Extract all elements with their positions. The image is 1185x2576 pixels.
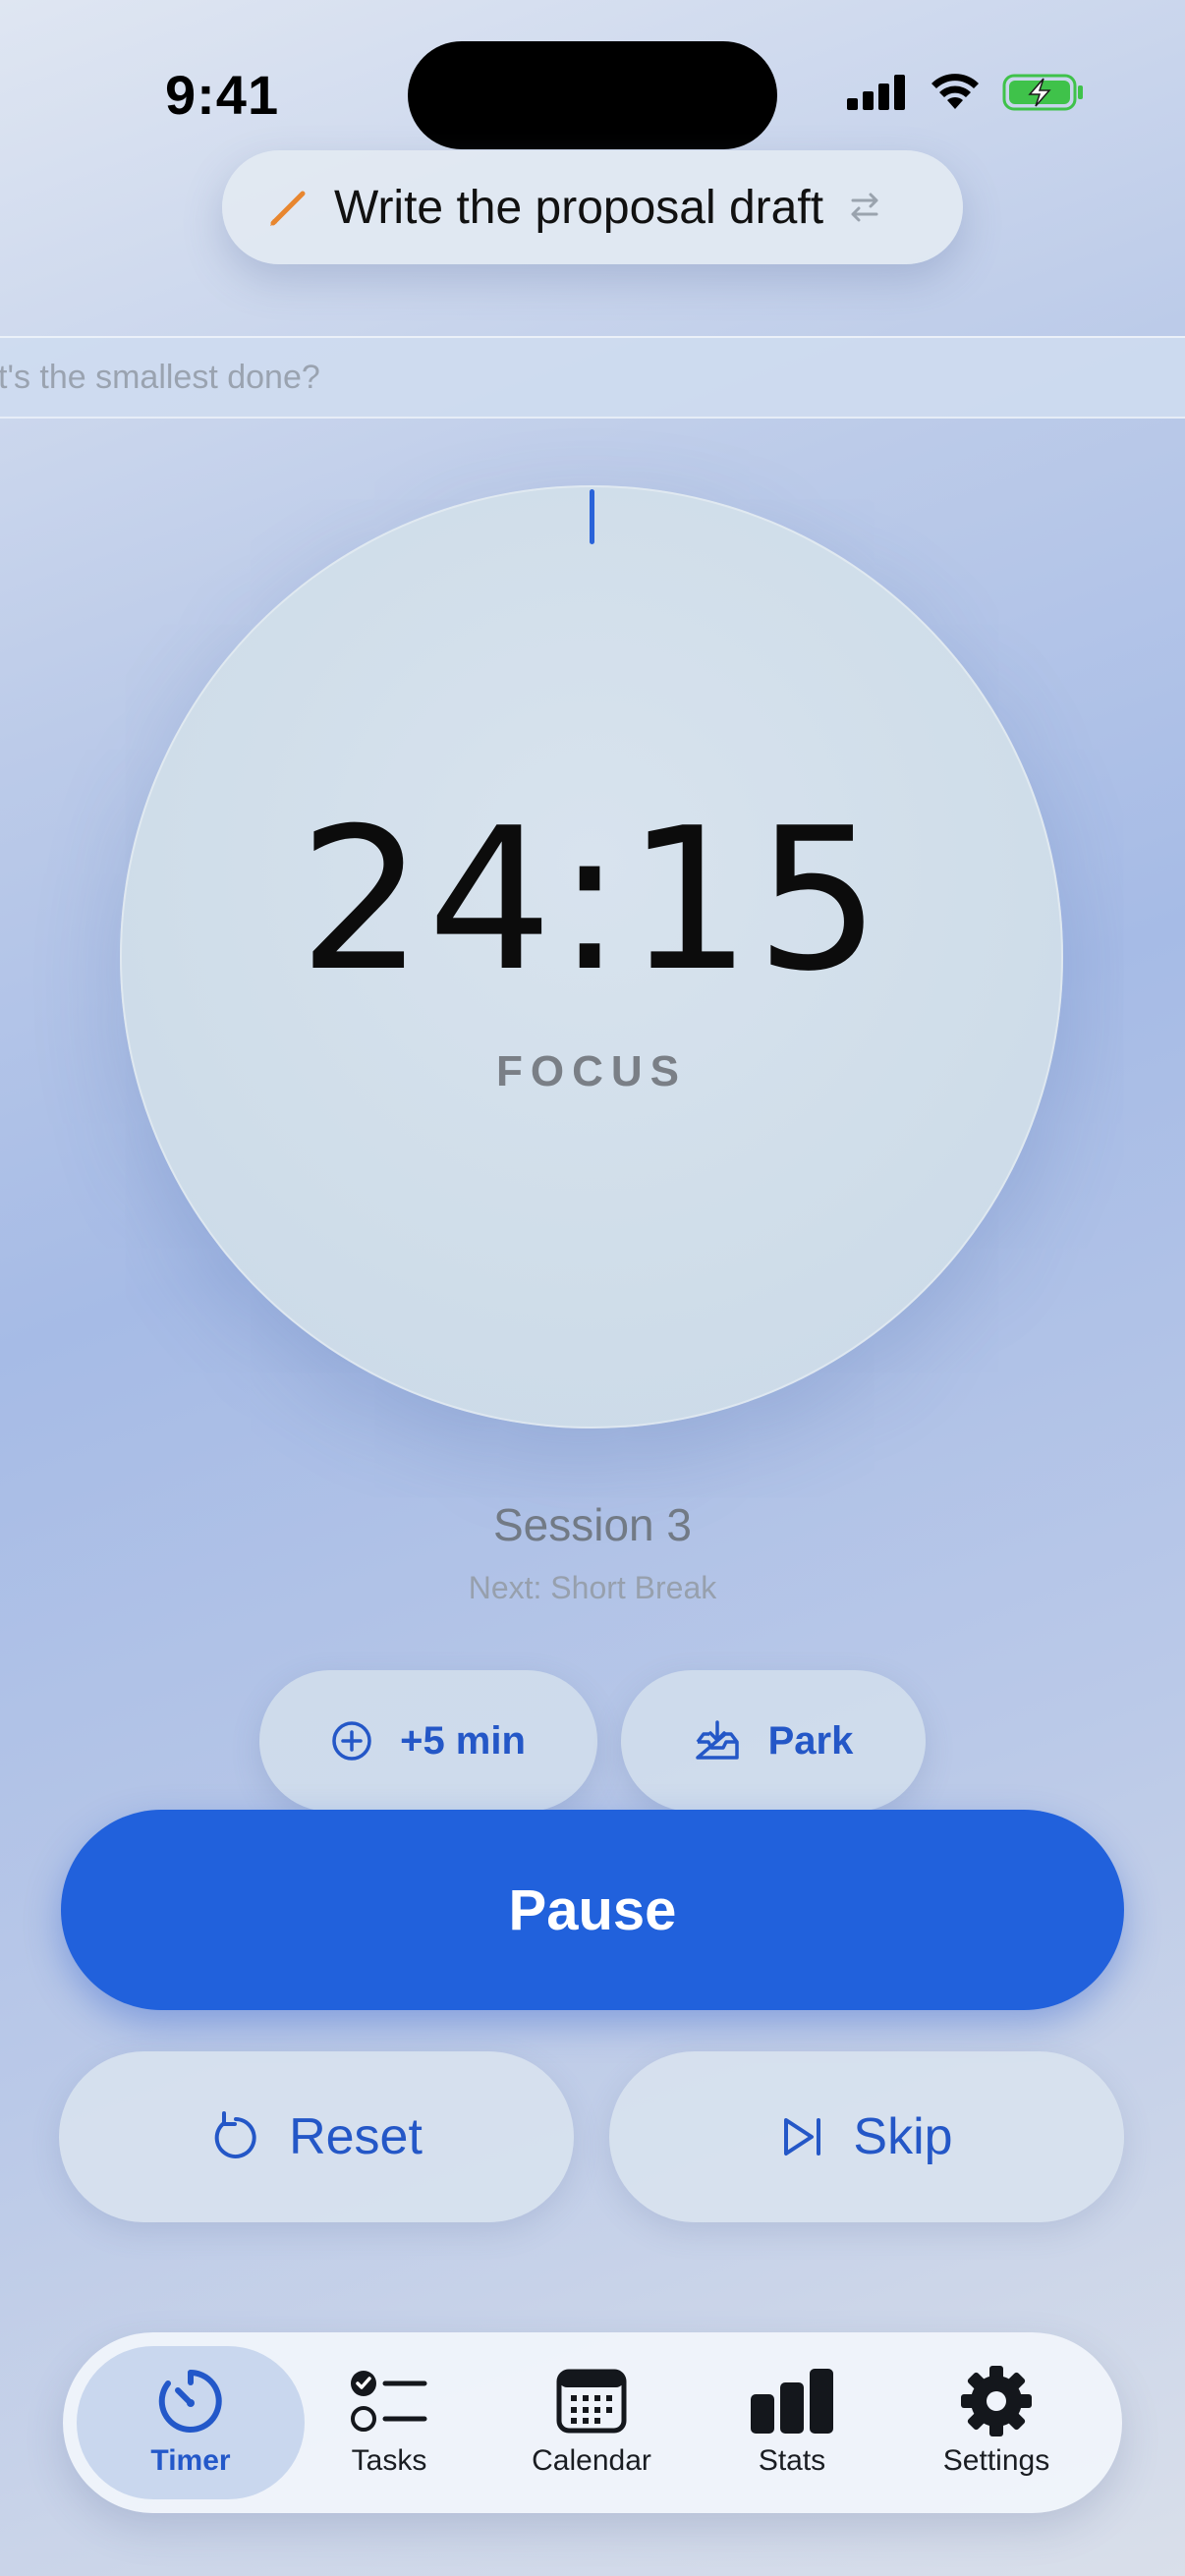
park-label: Park: [767, 1718, 854, 1763]
reset-label: Reset: [289, 2108, 423, 2165]
next-session-label: Next: Short Break: [468, 1570, 717, 1605]
add-five-minutes-button[interactable]: +5 min: [259, 1670, 597, 1812]
swap-task-icon[interactable]: [845, 188, 884, 227]
timer-mode-label: FOCUS: [496, 1047, 687, 1095]
timer-display: 24:15: [298, 786, 885, 1015]
status-icons: [847, 73, 1085, 112]
plus-circle-icon: [332, 1721, 371, 1761]
inbox-download-icon: [695, 1720, 739, 1760]
skip-forward-icon: [784, 2118, 821, 2156]
tab-stats[interactable]: Stats: [694, 2346, 890, 2499]
gear-icon: [960, 2364, 1033, 2438]
tab-settings[interactable]: Settings: [898, 2346, 1095, 2499]
stats-icon: [749, 2364, 835, 2438]
session-label: Session 3: [492, 1499, 692, 1550]
pause-label: Pause: [508, 1877, 677, 1942]
tab-stats-label: Stats: [758, 2444, 826, 2477]
tab-tasks[interactable]: Tasks: [291, 2346, 487, 2499]
cellular-signal-icon: [847, 75, 905, 110]
tab-calendar-label: Calendar: [532, 2444, 651, 2477]
tab-tasks-label: Tasks: [351, 2444, 427, 2477]
reset-button[interactable]: Reset: [59, 2051, 574, 2222]
tab-timer[interactable]: Timer: [77, 2346, 305, 2499]
progress-indicator: [590, 489, 594, 544]
wifi-icon: [931, 74, 979, 109]
pencil-icon: [270, 191, 306, 226]
reset-icon: [214, 2111, 256, 2158]
tab-calendar[interactable]: Calendar: [493, 2346, 690, 2499]
dynamic-island: [408, 41, 777, 149]
battery-charging-icon: [1002, 74, 1083, 111]
skip-button[interactable]: Skip: [609, 2051, 1124, 2222]
current-task-title: Write the proposal draft: [334, 181, 824, 234]
pause-button[interactable]: Pause: [61, 1810, 1124, 2010]
skip-label: Skip: [853, 2108, 953, 2165]
timer-icon: [154, 2364, 227, 2438]
current-task-pill[interactable]: Write the proposal draft: [222, 150, 963, 264]
smallest-done-field-container: [0, 336, 1185, 419]
smallest-done-input[interactable]: [0, 338, 1185, 417]
park-button[interactable]: Park: [621, 1670, 926, 1812]
add-five-minutes-label: +5 min: [400, 1718, 526, 1763]
tab-settings-label: Settings: [942, 2444, 1050, 2477]
tab-timer-label: Timer: [150, 2444, 231, 2477]
tasks-icon: [348, 2364, 430, 2438]
status-time: 9:41: [165, 64, 280, 126]
calendar-icon: [556, 2364, 627, 2438]
